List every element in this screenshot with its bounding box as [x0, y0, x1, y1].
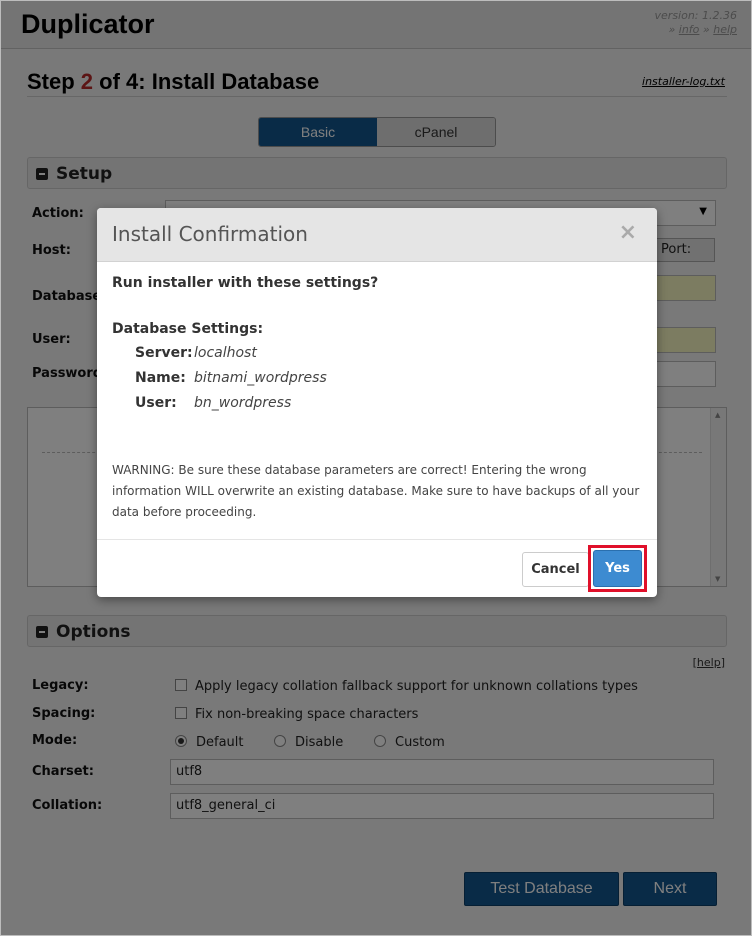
name-label: Name: — [135, 370, 186, 386]
dialog-header: Install Confirmation × — [97, 208, 657, 262]
name-value: bitnami_wordpress — [194, 370, 327, 386]
warning-text: WARNING: Be sure these database paramete… — [112, 463, 640, 519]
yes-button[interactable]: Yes — [593, 550, 642, 587]
cancel-button[interactable]: Cancel — [522, 552, 589, 587]
dialog-question: Run installer with these settings? — [112, 275, 379, 291]
close-icon[interactable]: × — [619, 222, 637, 244]
server-value: localhost — [194, 345, 257, 361]
db-user-label: User: — [135, 395, 177, 411]
installer-page: Duplicator version: 1.2.36 » info » help… — [0, 0, 752, 936]
db-user-value: bn_wordpress — [194, 395, 292, 411]
server-label: Server: — [135, 345, 193, 361]
install-confirmation-dialog: Install Confirmation × Run installer wit… — [97, 208, 657, 597]
db-settings-heading: Database Settings: — [112, 321, 264, 337]
dialog-title: Install Confirmation — [112, 222, 308, 246]
